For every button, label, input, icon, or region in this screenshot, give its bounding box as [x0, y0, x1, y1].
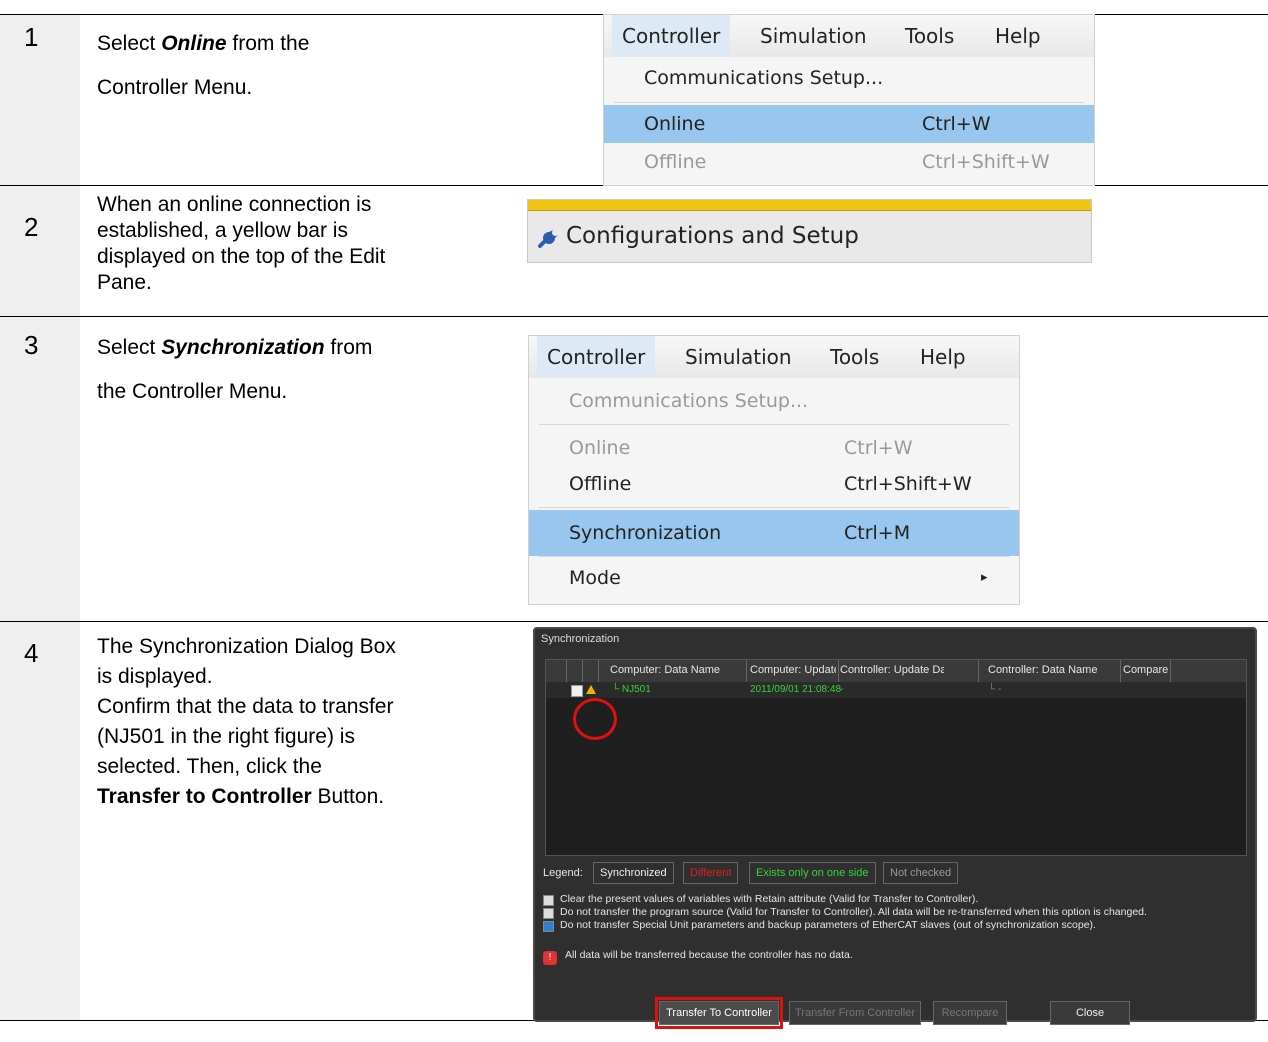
transfer-to-controller-button[interactable]: Transfer To Controller: [655, 997, 783, 1029]
column-header[interactable]: Computer: Data Name: [610, 664, 740, 676]
menu-tools[interactable]: Tools: [820, 336, 889, 378]
warning-icon: [586, 685, 596, 694]
online-yellow-stripe: [528, 200, 1091, 211]
option-checkbox[interactable]: [543, 908, 554, 919]
menu-help[interactable]: Help: [910, 336, 976, 378]
controller-menu-online: Controller Simulation Tools Help Communi…: [603, 14, 1095, 186]
dialog-title: Synchronization: [541, 633, 620, 645]
step-instruction: Select Online from the Controller Menu.: [97, 32, 310, 99]
legend-different: Different: [683, 862, 739, 884]
configurations-and-setup-label: Configurations and Setup: [566, 223, 859, 249]
menu-bar: Controller Simulation Tools Help: [529, 336, 1019, 378]
menu-bar: Controller Simulation Tools Help: [604, 15, 1094, 57]
menu-controller[interactable]: Controller: [612, 15, 731, 57]
controller-menu-synchronization: Controller Simulation Tools Help Communi…: [528, 335, 1020, 605]
highlight-circle: [573, 698, 617, 740]
row-data-name: └ NJ501: [612, 684, 651, 695]
row-computer-update: 2011/09/01 21:08:48: [750, 684, 842, 695]
step-instruction: The Synchronization Dialog Box is displa…: [97, 635, 396, 808]
menu-item-online[interactable]: Online Ctrl+W: [604, 105, 1094, 143]
menu-item-mode[interactable]: Mode ▸: [529, 555, 1019, 601]
menu-tools[interactable]: Tools: [895, 15, 964, 57]
menu-item-offline[interactable]: Offline Ctrl+Shift+W: [529, 461, 1019, 507]
menu-item-communications-setup[interactable]: Communications Setup...: [529, 378, 1019, 424]
step-number: 2: [24, 212, 39, 242]
column-header[interactable]: Controller: Update Da: [840, 664, 944, 676]
option-checkbox[interactable]: [543, 895, 554, 906]
step-number: 1: [24, 22, 39, 52]
step-number: 4: [24, 638, 39, 668]
edit-pane-online-bar: Configurations and Setup: [527, 199, 1092, 263]
legend-not-checked: Not checked: [883, 862, 959, 884]
menu-simulation[interactable]: Simulation: [750, 15, 877, 57]
synchronization-dialog: Synchronization Computer: Data Name Comp…: [533, 627, 1257, 1029]
menu-controller[interactable]: Controller: [537, 336, 656, 378]
legend-exists-one-side: Exists only on one side: [749, 862, 876, 884]
step-instruction: When an online connection is established…: [97, 193, 386, 294]
wrench-icon: [538, 230, 558, 248]
menu-item-communications-setup[interactable]: Communications Setup...: [604, 59, 1094, 97]
transfer-checkbox[interactable]: [571, 685, 583, 697]
step-number: 3: [24, 330, 39, 360]
close-button[interactable]: Close: [1050, 1001, 1130, 1025]
grid-header: Computer: Data Name Computer: Update Da …: [546, 660, 1246, 683]
option-checkbox-checked[interactable]: [543, 921, 554, 932]
legend-synchronized: Synchronized: [593, 862, 674, 884]
recompare-button[interactable]: Recompare: [933, 1001, 1007, 1025]
submenu-arrow-icon: ▸: [981, 570, 988, 585]
transfer-from-controller-button[interactable]: Transfer From Controller: [789, 1001, 921, 1025]
menu-simulation[interactable]: Simulation: [675, 336, 802, 378]
sync-data-grid: Computer: Data Name Computer: Update Da …: [545, 659, 1247, 856]
row-controller-name: └ -: [988, 684, 1002, 695]
alert-icon: !: [543, 951, 557, 965]
menu-help[interactable]: Help: [985, 15, 1051, 57]
row-controller-update: -: [840, 684, 844, 695]
table-row[interactable]: └ NJ501 2011/09/01 21:08:48 - └ -: [546, 682, 1246, 698]
column-header[interactable]: Computer: Update Da: [750, 664, 836, 676]
menu-item-synchronization[interactable]: Synchronization Ctrl+M: [529, 510, 1019, 556]
column-header[interactable]: Controller: Data Name: [988, 664, 1116, 676]
column-header[interactable]: Compare: [1123, 664, 1171, 676]
menu-item-offline[interactable]: Offline Ctrl+Shift+W: [604, 143, 1094, 181]
step-instruction: Select Synchronization from the Controll…: [97, 336, 373, 403]
